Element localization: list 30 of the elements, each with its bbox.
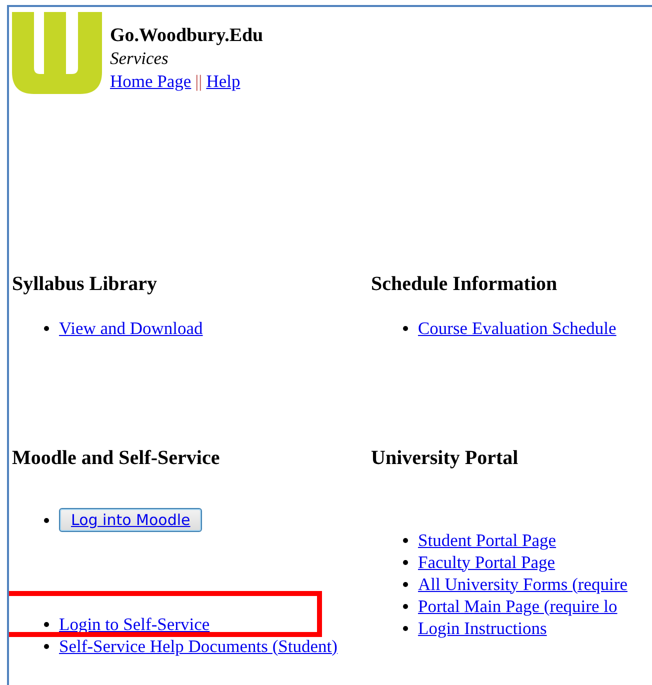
bullet-icon	[44, 326, 49, 330]
bullet-icon	[44, 622, 49, 626]
bullet-icon	[403, 538, 408, 542]
link[interactable]: Course Evaluation Schedule	[418, 318, 616, 338]
bullet-icon	[44, 644, 49, 648]
link[interactable]: Portal Main Page (require lo	[418, 596, 618, 616]
link[interactable]: All University Forms (require	[418, 574, 628, 594]
bullet-icon	[403, 626, 408, 630]
moodle-login-button[interactable]: Log into Moodle	[59, 508, 202, 532]
section-heading: University Portal	[371, 447, 520, 471]
link-separator: ||	[195, 70, 202, 93]
link[interactable]: Login to Self-Service	[59, 614, 210, 634]
link[interactable]: Self-Service Help Documents (Student)	[59, 636, 338, 656]
bullet-icon	[403, 326, 408, 330]
bullet-icon	[44, 518, 49, 522]
bullet-icon	[403, 582, 408, 586]
link[interactable]: Student Portal Page	[418, 530, 556, 550]
home-page-link[interactable]: Home Page	[110, 70, 192, 93]
site-title: Go.Woodbury.Edu	[110, 24, 264, 47]
section-heading: Syllabus Library	[12, 272, 158, 297]
link[interactable]: Faculty Portal Page	[418, 552, 556, 572]
bullet-icon	[403, 560, 408, 564]
logo-icon	[12, 12, 102, 94]
bullet-icon	[403, 604, 408, 608]
help-link[interactable]: Help	[206, 70, 240, 93]
section-heading: Schedule Information	[371, 272, 558, 297]
section-heading: Moodle and Self-Service	[12, 447, 221, 471]
link[interactable]: Login Instructions	[418, 618, 547, 638]
link[interactable]: View and Download	[59, 318, 203, 338]
site-subtitle: Services	[110, 47, 170, 70]
